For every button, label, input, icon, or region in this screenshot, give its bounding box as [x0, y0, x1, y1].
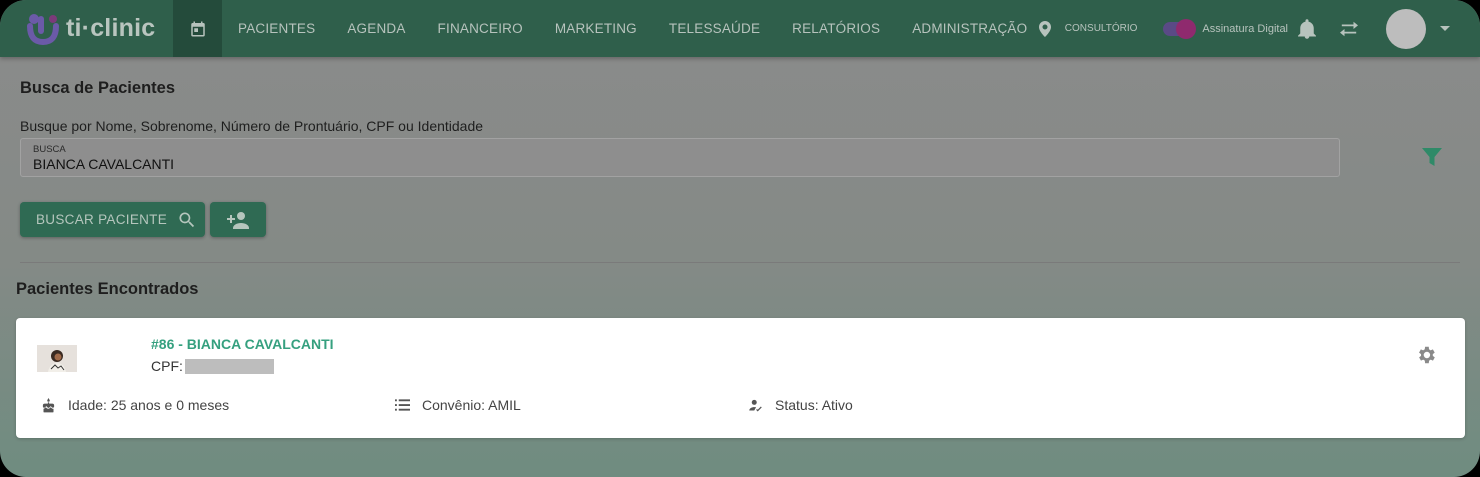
- person-check-icon: [749, 399, 762, 411]
- menu-item-pacientes[interactable]: PACIENTES: [238, 21, 315, 36]
- list-icon: [395, 399, 410, 411]
- patient-options-button[interactable]: [1415, 344, 1437, 371]
- gear-icon: [1419, 346, 1435, 364]
- digital-signature-label: Assinatura Digital: [1202, 22, 1288, 35]
- search-patient-button-label: BUSCAR PACIENTE: [36, 212, 168, 227]
- menu-item-telessaude[interactable]: TELESSAÚDE: [669, 21, 760, 36]
- patient-age: Idade: 25 anos e 0 meses: [41, 397, 229, 413]
- patient-age-text: Idade: 25 anos e 0 meses: [68, 397, 230, 413]
- cake-icon: [42, 397, 55, 412]
- calendar-icon: [190, 21, 205, 36]
- location-selector[interactable]: CONSULTÓRIO: [1038, 20, 1138, 37]
- page-title: Busca de Pacientes: [20, 79, 175, 97]
- topbar-actions: CONSULTÓRIO Assinatura Digital: [1038, 0, 1480, 57]
- patient-insurance-text: Convênio: AMIL: [422, 397, 521, 413]
- chevron-down-icon[interactable]: [1440, 26, 1450, 31]
- patient-status: Status: Ativo: [748, 397, 853, 413]
- patient-status-text: Status: Ativo: [775, 397, 853, 413]
- main-menu: PACIENTES AGENDA FINANCEIRO MARKETING TE…: [238, 0, 1059, 57]
- search-hint: Busque por Nome, Sobrenome, Número de Pr…: [20, 118, 484, 134]
- swap-arrows-icon: [1340, 21, 1358, 36]
- location-label: CONSULTÓRIO: [1064, 23, 1138, 34]
- results-title: Pacientes Encontrados: [16, 280, 199, 298]
- logo-mark-icon: [26, 12, 60, 46]
- user-avatar[interactable]: [1386, 8, 1426, 49]
- swap-button[interactable]: [1338, 20, 1360, 38]
- menu-item-financeiro[interactable]: FINANCEIRO: [438, 21, 523, 36]
- notifications-button[interactable]: [1298, 18, 1316, 39]
- logo[interactable]: ti·clinic: [26, 0, 173, 57]
- patient-photo: [37, 345, 77, 372]
- logo-text: ti·clinic: [66, 14, 156, 42]
- bell-icon: [1298, 18, 1316, 39]
- search-field-label: BUSCA: [33, 144, 66, 155]
- menu-item-administracao[interactable]: ADMINISTRAÇÃO: [912, 21, 1027, 36]
- calendar-button[interactable]: [173, 0, 222, 57]
- toggle-knob: [1176, 18, 1197, 39]
- top-navigation-bar: ti·clinic PACIENTES AGENDA FINANCEIRO MA…: [0, 0, 1480, 57]
- search-field-value: BIANCA CAVALCANTI: [33, 156, 175, 172]
- filter-button[interactable]: [1422, 148, 1442, 171]
- add-person-icon: [227, 211, 249, 229]
- digital-signature-toggle[interactable]: [1163, 18, 1197, 39]
- menu-item-marketing[interactable]: MARKETING: [555, 21, 637, 36]
- patient-card[interactable]: #86 - BIANCA CAVALCANTI CPF: Idade: 25 a…: [16, 318, 1465, 438]
- menu-item-relatorios[interactable]: RELATÓRIOS: [792, 21, 880, 36]
- patient-cpf: CPF:: [151, 358, 274, 374]
- search-input[interactable]: BUSCA BIANCA CAVALCANTI: [20, 138, 1340, 177]
- cpf-label: CPF:: [151, 358, 183, 374]
- search-patient-button[interactable]: BUSCAR PACIENTE: [20, 202, 205, 237]
- app-window: ti·clinic PACIENTES AGENDA FINANCEIRO MA…: [0, 0, 1480, 477]
- filter-icon: [1422, 148, 1442, 166]
- patient-name-link[interactable]: #86 - BIANCA CAVALCANTI: [151, 336, 334, 352]
- search-icon: [179, 212, 195, 227]
- section-divider: [20, 262, 1460, 263]
- location-pin-icon: [1038, 20, 1051, 37]
- cpf-redacted: [184, 358, 274, 374]
- add-patient-button[interactable]: [210, 202, 266, 237]
- menu-item-agenda[interactable]: AGENDA: [347, 21, 405, 36]
- patient-insurance: Convênio: AMIL: [395, 397, 521, 413]
